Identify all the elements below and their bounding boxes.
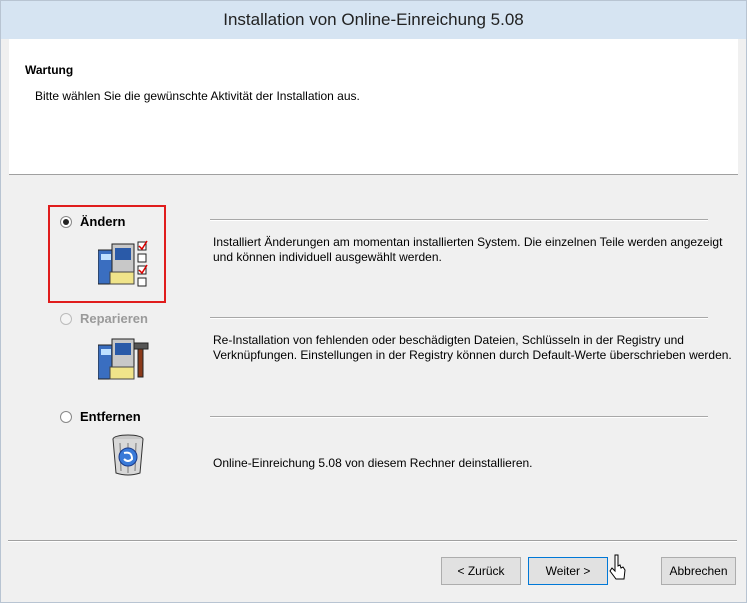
page-subtitle: Bitte wählen Sie die gewünschte Aktivitä…	[35, 89, 360, 103]
separator-modify	[210, 219, 708, 221]
cancel-button[interactable]: Abbrechen	[661, 557, 736, 585]
option-label-repair: Reparieren	[80, 311, 148, 326]
option-description-modify: Installiert Änderungen am momentan insta…	[213, 235, 723, 264]
next-button[interactable]: Weiter >	[528, 557, 608, 585]
header-panel: Wartung Bitte wählen Sie die gewünschte …	[9, 39, 738, 175]
title-bar[interactable]: Installation von Online-Einreichung 5.08	[1, 1, 746, 39]
option-label-remove: Entfernen	[80, 409, 141, 424]
radio-option-repair: Reparieren	[60, 311, 148, 326]
window-title: Installation von Online-Einreichung 5.08	[223, 10, 524, 29]
radio-button-remove[interactable]	[60, 410, 72, 423]
option-description-remove: Online-Einreichung 5.08 von diesem Rechn…	[213, 456, 533, 470]
radio-button-repair	[60, 312, 72, 325]
separator-remove	[210, 416, 708, 418]
modify-icon	[98, 240, 148, 287]
footer-divider	[8, 540, 737, 542]
back-button[interactable]: < Zurück	[441, 557, 521, 585]
mouse-cursor-icon	[609, 554, 626, 580]
repair-icon	[98, 338, 149, 380]
option-description-repair: Re-Installation von fehlenden oder besch…	[213, 333, 732, 362]
option-label-modify: Ändern	[80, 214, 126, 229]
page-title: Wartung	[25, 63, 74, 77]
radio-option-remove[interactable]: Entfernen	[60, 409, 141, 424]
radio-button-modify[interactable]	[60, 215, 72, 228]
remove-icon	[112, 434, 144, 476]
separator-repair	[210, 317, 708, 319]
radio-option-modify[interactable]: Ändern	[60, 214, 126, 229]
